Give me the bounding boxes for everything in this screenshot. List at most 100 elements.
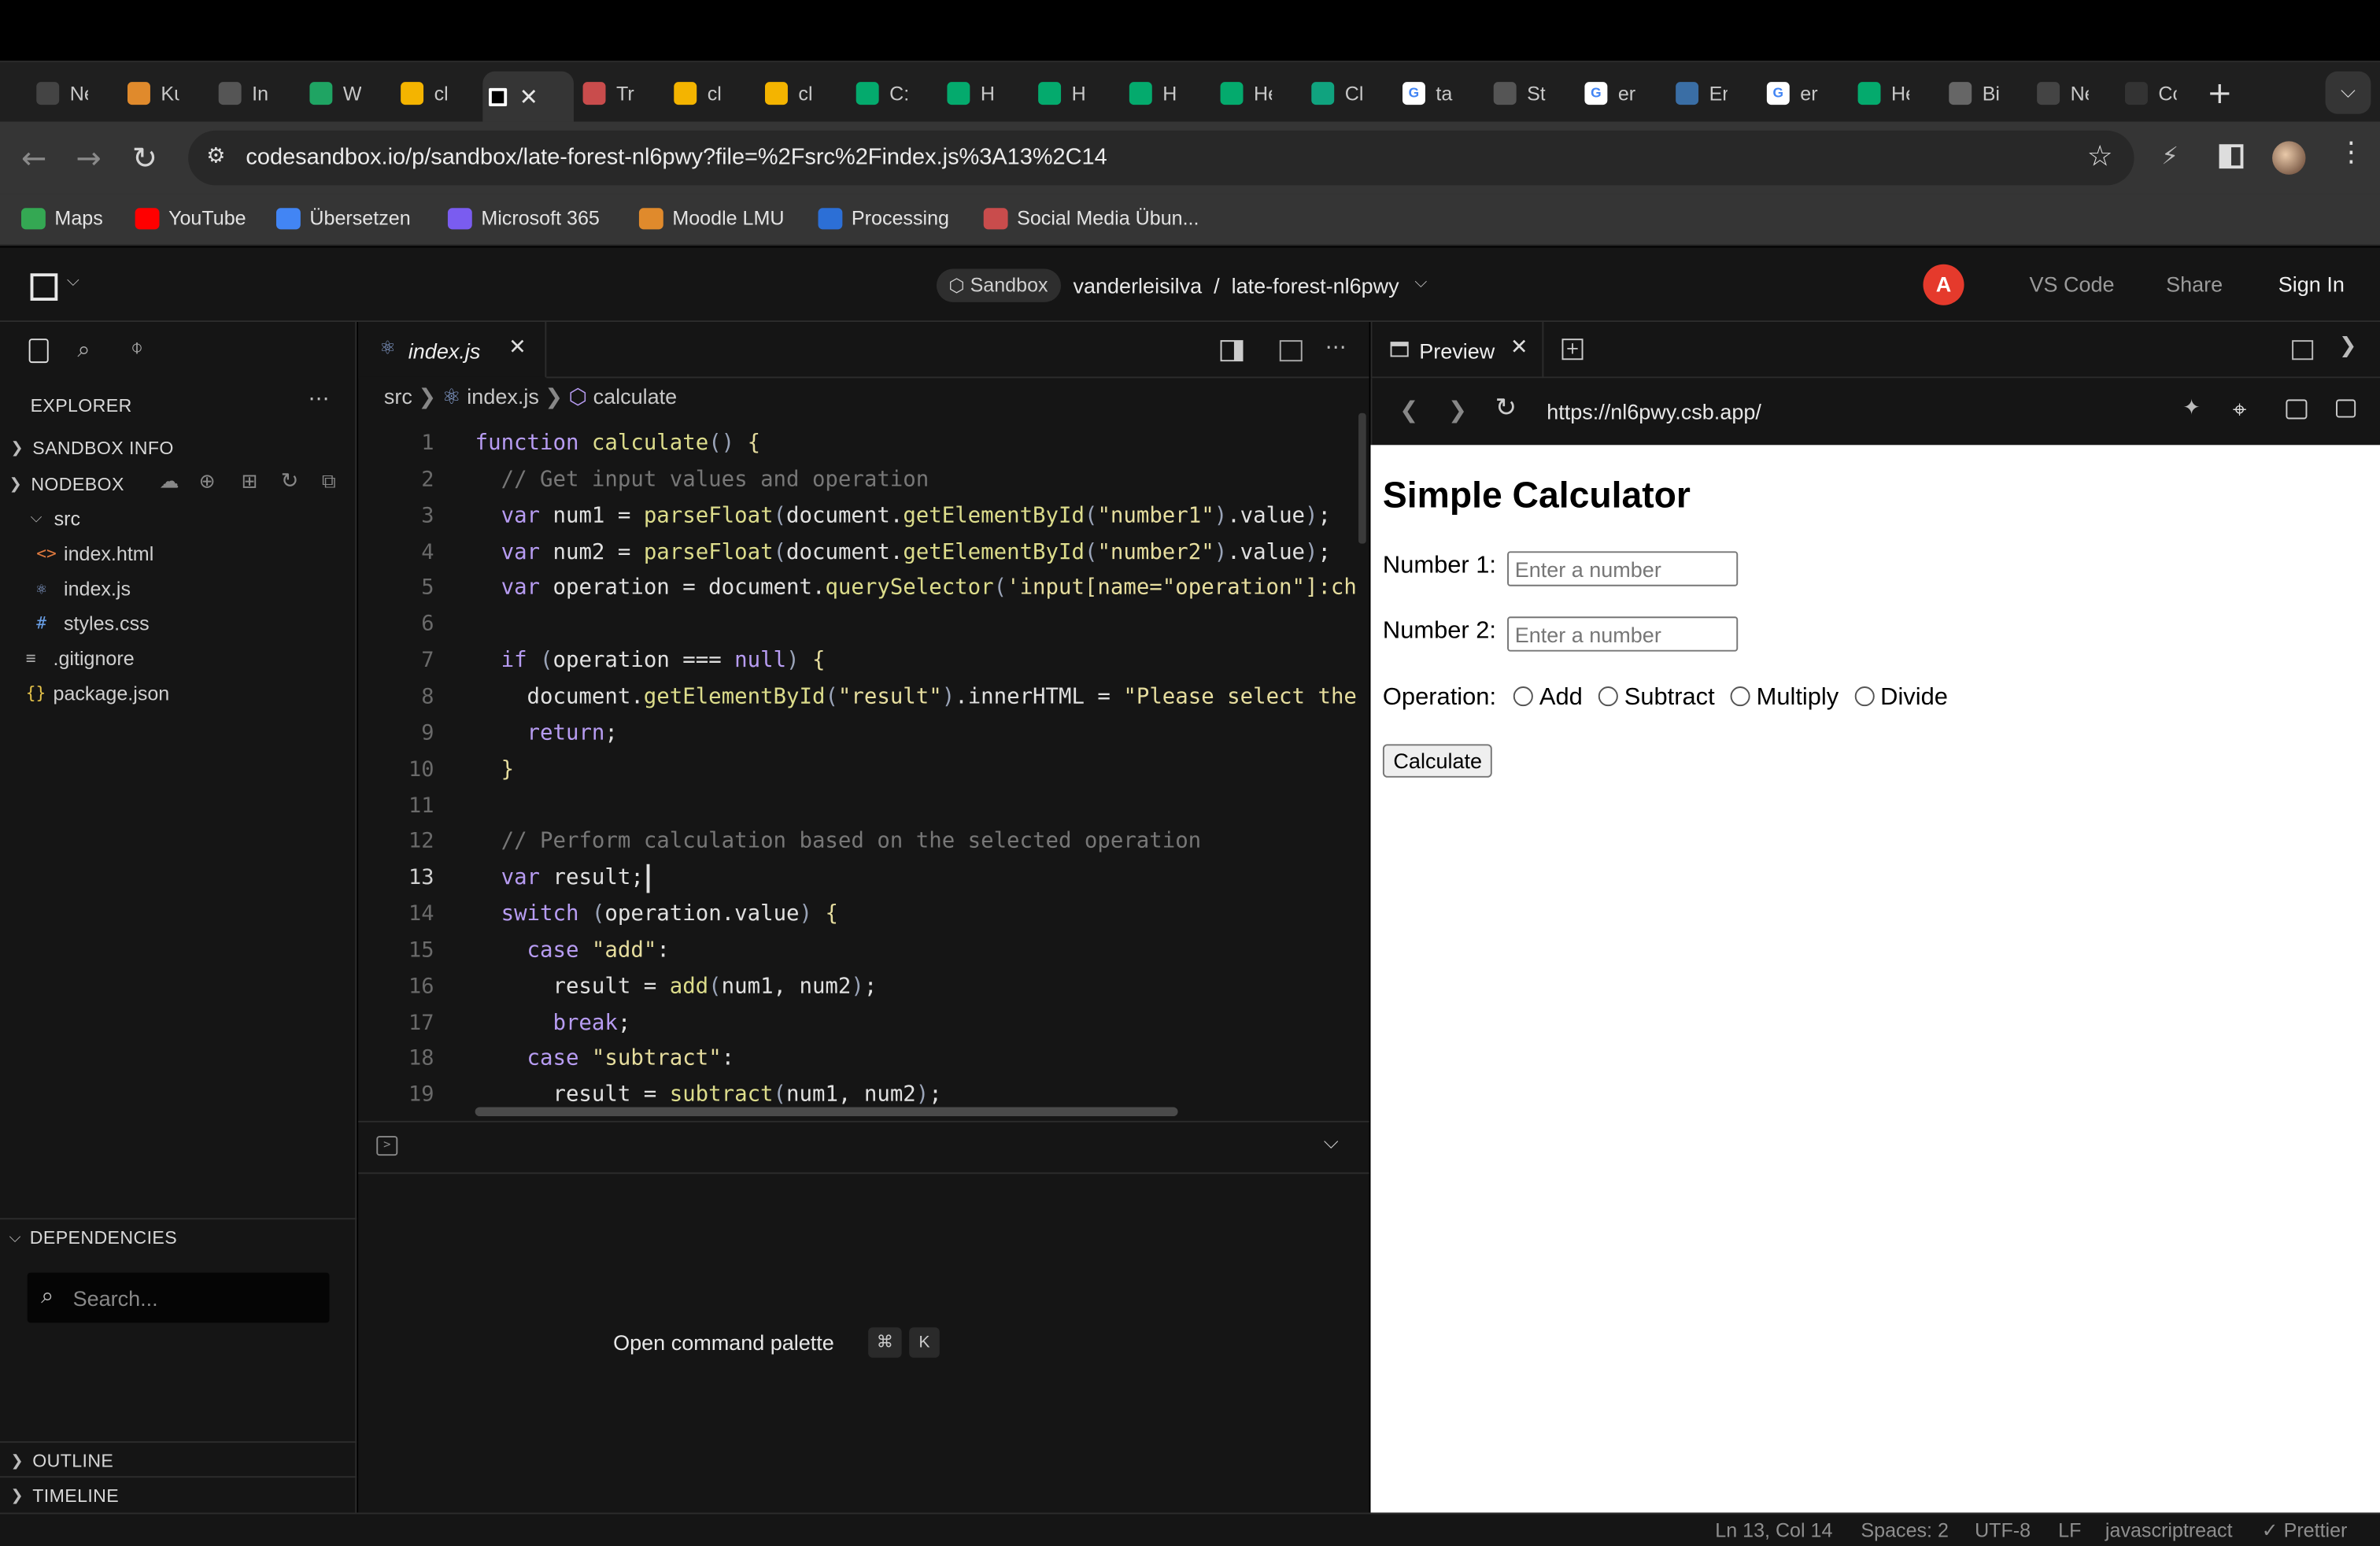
new-tab-icon[interactable]: + — [2207, 75, 2232, 111]
file-item[interactable]: # styles.css — [0, 606, 357, 639]
preview-tab[interactable]: Preview ✕ — [1372, 322, 1544, 379]
radio-circle[interactable] — [1730, 686, 1750, 707]
browser-tab[interactable]: In — [213, 72, 291, 114]
browser-tab[interactable]: Er — [1669, 72, 1748, 114]
reload-icon[interactable]: ↻ — [132, 139, 157, 176]
radio-circle[interactable] — [1854, 686, 1875, 707]
editor-more-icon[interactable]: ⋯ — [1325, 335, 1347, 360]
vscode-button[interactable]: VS Code — [2029, 272, 2114, 296]
timeline-section[interactable]: ❯ TIMELINE — [0, 1479, 357, 1512]
browser-tab[interactable]: Ne — [31, 72, 109, 114]
browser-tab[interactable]: Cc — [2119, 72, 2197, 114]
breadcrumb-file[interactable]: index.js — [467, 384, 539, 409]
browser-tab[interactable]: He — [1852, 72, 1931, 114]
toggle-sidebar-icon[interactable] — [1220, 340, 1244, 362]
extension-icon[interactable]: ⚡ — [2161, 141, 2179, 170]
bookmark-item[interactable]: Übersetzen — [275, 206, 411, 229]
browser-tab[interactable]: St — [1488, 72, 1566, 114]
close-tab-icon[interactable]: ✕ — [519, 83, 538, 111]
breadcrumb-symbol[interactable]: calculate — [593, 384, 678, 409]
file-item[interactable]: <> index.html — [0, 536, 357, 569]
browser-tab[interactable]: C: — [850, 72, 929, 114]
vertical-scrollbar[interactable] — [1358, 412, 1366, 544]
radio-multiply-label[interactable]: Multiply — [1757, 685, 1839, 711]
browser-tab[interactable]: H — [941, 72, 1020, 114]
folder-src[interactable]: ⌵ src — [0, 501, 357, 534]
browser-tab[interactable]: Ger — [1579, 72, 1658, 114]
side-panel-icon[interactable] — [2219, 144, 2244, 169]
browser-tab[interactable]: W — [304, 72, 382, 114]
radio-circle[interactable] — [1598, 686, 1619, 707]
radio-divide-label[interactable]: Divide — [1880, 685, 1948, 711]
line-ending[interactable]: LF — [2058, 1518, 2081, 1541]
close-preview-icon[interactable]: ✕ — [1510, 335, 1528, 360]
editor-tab-index-js[interactable]: ⚛ index.js ✕ — [358, 322, 547, 379]
horizontal-scrollbar[interactable] — [475, 1107, 1178, 1117]
inspect-icon[interactable]: ⌖ — [2233, 395, 2246, 426]
path-chevron-icon[interactable]: ⌵ — [1414, 272, 1427, 293]
browser-tab[interactable]: cl — [759, 72, 837, 114]
bookmark-item[interactable]: Processing — [818, 206, 949, 229]
explorer-more-icon[interactable]: ⋯ — [308, 387, 329, 412]
radio-subtract-label[interactable]: Subtract — [1624, 685, 1715, 711]
preview-forward-icon[interactable]: ❯ — [1448, 397, 1467, 424]
nodebox-section[interactable]: ❯ NODEBOX ☁ ⊕ ⊞ ↻ ⧉ — [0, 468, 357, 501]
breadcrumb-src[interactable]: src — [384, 384, 412, 409]
browser-tab[interactable]: Gta — [1396, 72, 1475, 114]
browser-tab[interactable]: ✕ — [482, 71, 574, 124]
dependency-search-input[interactable]: ⌕ Search... — [27, 1272, 330, 1323]
panel-collapse-icon[interactable]: ⌵ — [1324, 1131, 1339, 1154]
split-editor-icon[interactable] — [1279, 340, 1303, 362]
refresh-icon[interactable]: ↻ — [281, 469, 299, 494]
bookmark-item[interactable]: Moodle LMU — [638, 206, 784, 229]
sparkle-icon[interactable]: ✦ — [2182, 397, 2201, 421]
sign-in-button[interactable]: Sign In — [2278, 272, 2345, 296]
file-item[interactable]: ≡ .gitignore — [0, 641, 357, 674]
command-palette-hint[interactable]: Open command palette — [613, 1330, 834, 1355]
code-area[interactable]: 1 function calculate() {2 // Get input va… — [358, 410, 1369, 1118]
browser-tab[interactable]: H — [1123, 72, 1202, 114]
sandbox-info-section[interactable]: ❯ SANDBOX INFO — [0, 431, 357, 464]
browser-menu-icon[interactable]: ⋮ — [2338, 137, 2365, 169]
file-item[interactable]: ⚛ index.js — [0, 571, 357, 604]
radio-add[interactable]: Add — [1513, 685, 1583, 711]
indentation[interactable]: Spaces: 2 — [1861, 1518, 1949, 1541]
calculate-button[interactable]: Calculate — [1382, 744, 1493, 778]
console-icon[interactable] — [2286, 399, 2308, 420]
encoding[interactable]: UTF-8 — [1975, 1518, 2031, 1541]
language-mode[interactable]: javascriptreact — [2105, 1518, 2233, 1541]
preview-chevron-icon[interactable]: ❯ — [2339, 334, 2357, 358]
terminal-icon[interactable]: > — [376, 1136, 398, 1156]
new-folder-icon[interactable]: ⊞ — [242, 471, 258, 494]
menu-chevron-icon[interactable]: ⌵ — [67, 270, 79, 291]
browser-tab[interactable]: cl — [394, 72, 473, 114]
upload-icon[interactable]: ☁ — [159, 471, 179, 494]
files-icon[interactable] — [28, 338, 49, 364]
user-avatar[interactable]: A — [1923, 264, 1964, 305]
preview-back-icon[interactable]: ❮ — [1399, 397, 1418, 424]
outline-section[interactable]: ❯ OUTLINE — [0, 1444, 357, 1478]
browser-tab[interactable]: He — [1214, 72, 1293, 114]
profile-avatar[interactable] — [2272, 141, 2306, 175]
address-bar[interactable]: ⚙ codesandbox.io/p/sandbox/late-forest-n… — [188, 130, 2134, 186]
browser-tab[interactable]: Ne — [2031, 72, 2109, 114]
bookmark-item[interactable]: Maps — [20, 206, 103, 229]
browser-tab[interactable]: Cl — [1306, 72, 1384, 114]
radio-divide[interactable]: Divide — [1854, 685, 1948, 711]
browser-tab[interactable]: cl — [668, 72, 747, 114]
number1-input[interactable] — [1507, 551, 1739, 586]
browser-tab[interactable]: H — [1032, 72, 1111, 114]
close-tab-icon[interactable]: ✕ — [508, 335, 527, 360]
forward-icon[interactable]: → — [76, 139, 101, 176]
bookmark-item[interactable]: YouTube — [135, 206, 246, 229]
radio-multiply[interactable]: Multiply — [1730, 685, 1839, 711]
search-icon[interactable]: ⌕ — [77, 335, 90, 363]
sandbox-path[interactable]: vanderleisilva / late-forest-nl6pwy — [1073, 273, 1399, 298]
share-button[interactable]: Share — [2166, 272, 2223, 296]
layout-icon[interactable] — [2292, 340, 2314, 361]
preview-reload-icon[interactable]: ↻ — [1495, 394, 1517, 424]
tab-search-icon[interactable]: ⌵ — [2325, 71, 2371, 114]
prettier-status[interactable]: ✓ Prettier — [2262, 1518, 2348, 1543]
dependencies-section[interactable]: ⌵ DEPENDENCIES — [0, 1221, 357, 1254]
open-new-window-icon[interactable] — [2336, 399, 2356, 418]
